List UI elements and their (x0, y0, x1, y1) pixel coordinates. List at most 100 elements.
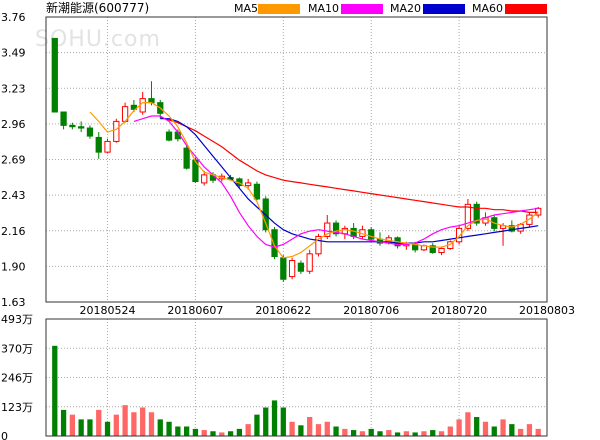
volume-bar (342, 428, 348, 436)
volume-bar (157, 419, 163, 436)
price-axis: 3.76 3.49 3.23 2.96 2.69 2.43 2.16 1.90 1.63 (1, 11, 26, 309)
legend-label-ma5: MA5 (234, 2, 258, 15)
chart-title: 新潮能源(600777) (46, 0, 149, 15)
volume-axis: 493万 370万 246万 123万 0 (1, 313, 33, 440)
volume-bar (69, 414, 76, 436)
volume-bar (140, 407, 146, 436)
volume-bar (307, 417, 313, 436)
volume-tick-label: 123万 (1, 401, 33, 414)
candle-body (245, 182, 252, 187)
volume-bar (368, 428, 374, 436)
volume-bar (96, 409, 102, 436)
date-axis: 20180524 20180607 20180622 20180706 20180720… (80, 304, 575, 317)
candle-body (297, 262, 305, 272)
volume-bar (227, 431, 234, 436)
legend-label-ma20: MA20 (390, 2, 421, 15)
candle-body (183, 147, 190, 169)
ma20-line (160, 118, 539, 244)
legend-label-ma10: MA10 (308, 2, 339, 15)
volume-bar (122, 405, 128, 436)
price-tick-label: 3.49 (1, 47, 26, 60)
stock-chart: SOHU.com 新潮能源(600777) MA5 MA10 MA20 MA60… (1, 0, 575, 440)
legend-swatch-ma60 (505, 4, 547, 14)
volume-bar (87, 419, 93, 436)
volume-grid (46, 318, 548, 437)
legend-swatch-ma5 (258, 4, 300, 14)
price-tick-label: 3.76 (1, 11, 26, 24)
volume-bar (350, 430, 357, 436)
volume-bars (52, 345, 541, 436)
volume-bar (456, 419, 462, 436)
ma-legend: MA5 MA10 MA20 MA60 (234, 2, 547, 15)
volume-bar (447, 426, 453, 436)
ma5-line (89, 102, 539, 259)
candle-body (253, 183, 261, 200)
price-grid (46, 16, 548, 303)
candle-body (78, 126, 85, 129)
volume-tick-label: 493万 (1, 313, 33, 326)
volume-bar (526, 424, 533, 436)
volume-bar (175, 426, 181, 436)
candlesticks (51, 37, 542, 282)
volume-bar (192, 428, 199, 436)
price-tick-label: 1.63 (1, 296, 26, 309)
volume-bar (491, 426, 497, 436)
volume-bar (263, 407, 269, 436)
price-tick-label: 1.90 (1, 260, 26, 273)
date-tick-label: 20180524 (80, 304, 136, 317)
date-tick-label: 20180720 (431, 304, 487, 317)
volume-bar (104, 421, 111, 436)
candle-body (350, 227, 357, 237)
ma60-line (160, 116, 539, 213)
candle-body (288, 260, 296, 278)
volume-bar (359, 431, 366, 436)
volume-bar (465, 412, 471, 436)
legend-swatch-ma20 (423, 4, 465, 14)
volume-tick-label: 0 (1, 430, 8, 440)
candle-body (438, 247, 445, 253)
date-tick-label: 20180622 (255, 304, 311, 317)
candle-body (455, 227, 463, 243)
volume-bar (430, 430, 436, 436)
candle-body (201, 174, 208, 184)
volume-bar (210, 431, 216, 436)
volume-bar (517, 428, 524, 436)
volume-bar (78, 419, 84, 436)
candle-body (69, 124, 76, 128)
price-tick-label: 2.96 (1, 118, 26, 131)
candle-body (86, 127, 94, 137)
volume-tick-label: 370万 (1, 342, 33, 355)
volume-bar (219, 432, 225, 436)
candle-body (139, 98, 146, 113)
candle-body (280, 257, 287, 280)
volume-bar (60, 409, 67, 436)
volume-bar (482, 421, 489, 436)
volume-bar (438, 431, 445, 436)
volume-bar (166, 421, 172, 436)
volume-bar (298, 425, 304, 436)
candle-body (95, 136, 102, 153)
volume-bar (386, 430, 392, 436)
volume-bar (289, 421, 295, 436)
price-tick-label: 2.16 (1, 225, 26, 238)
volume-bar (245, 424, 251, 436)
candle-body (271, 229, 278, 258)
volume-tick-label: 246万 (1, 372, 33, 385)
volume-bar (509, 424, 515, 436)
moving-averages (89, 102, 539, 259)
price-tick-label: 2.69 (1, 154, 26, 167)
price-tick-label: 3.23 (1, 82, 26, 95)
volume-bar (280, 407, 286, 436)
volume-bar (412, 432, 418, 436)
legend-label-ma60: MA60 (472, 2, 503, 15)
price-tick-label: 2.43 (1, 189, 26, 202)
candle-body (113, 120, 120, 142)
candle-body (60, 111, 67, 126)
volume-bar (254, 414, 260, 436)
date-tick-label: 20180607 (167, 304, 223, 317)
volume-bar (113, 414, 119, 436)
volume-bar (421, 431, 427, 436)
candle-body (368, 229, 375, 240)
candle-body (306, 253, 313, 272)
volume-bar (201, 430, 207, 436)
